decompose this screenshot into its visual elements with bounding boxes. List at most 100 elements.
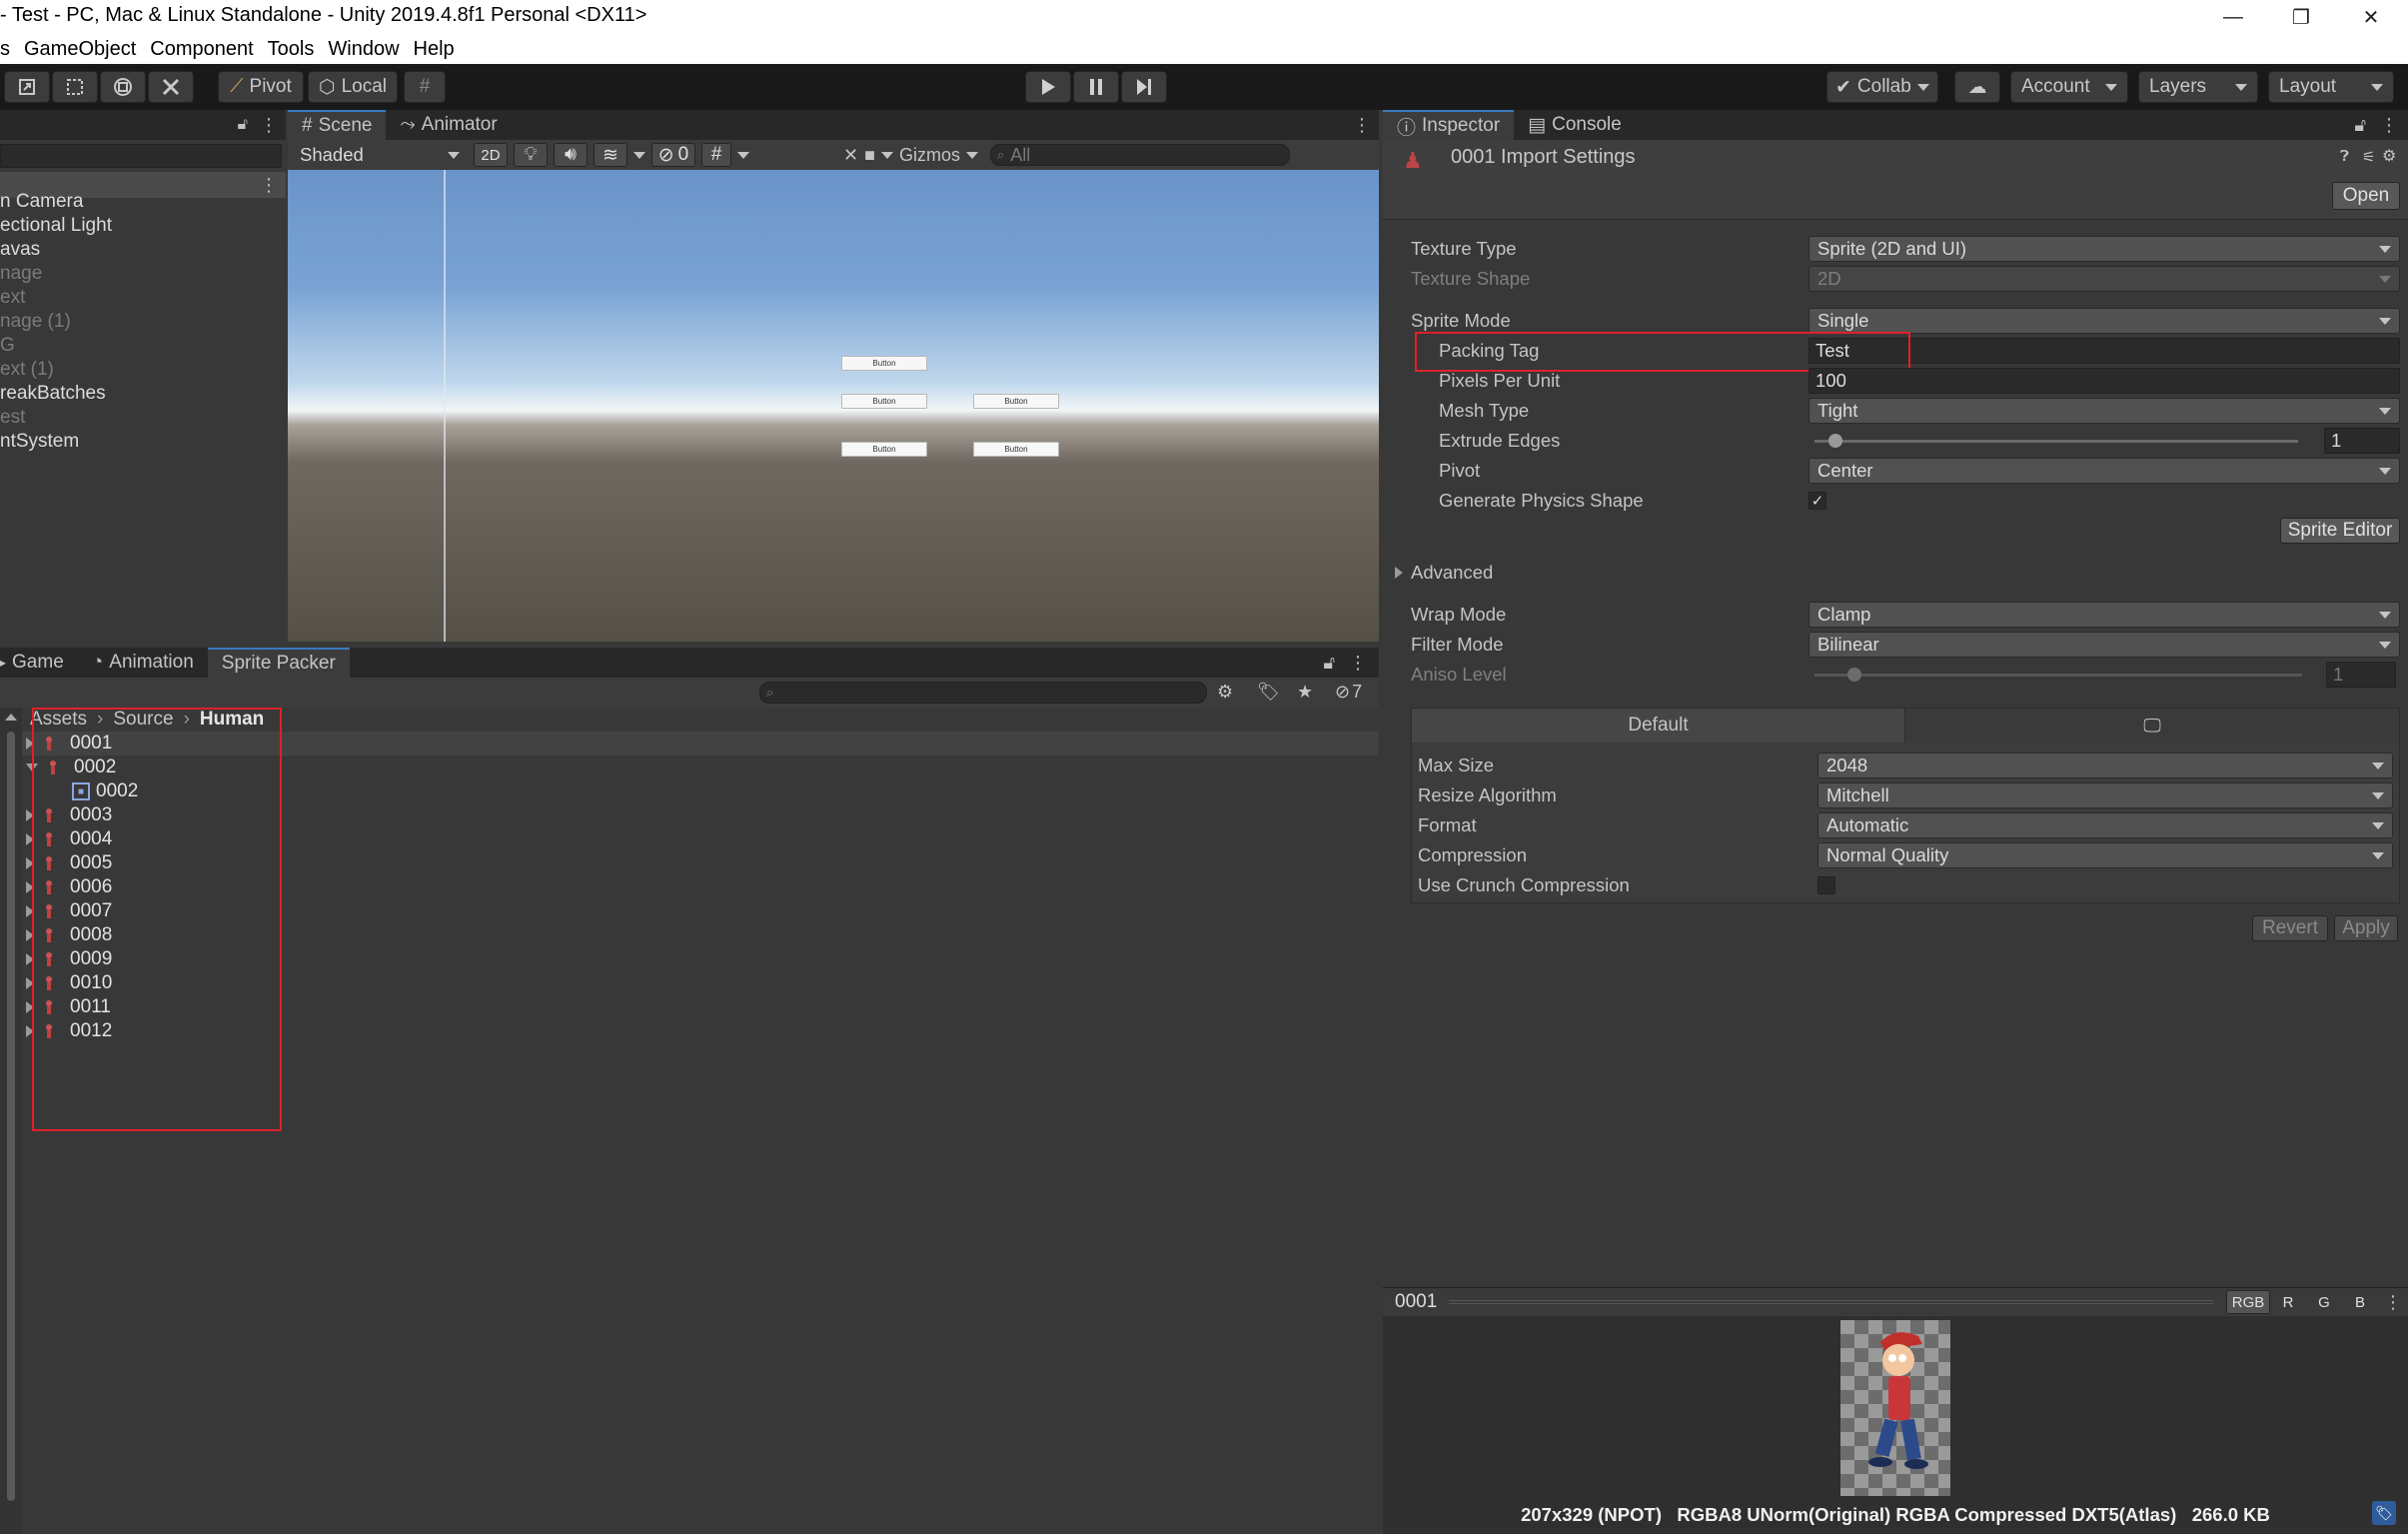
layers-dropdown[interactable]: Layers (2138, 71, 2258, 103)
more-menu-icon[interactable]: ⋮ (2378, 1292, 2408, 1313)
shading-dropdown[interactable]: Shaded (292, 143, 468, 167)
lock-icon[interactable]: 🔓︎ (238, 116, 248, 134)
menu-item-tools[interactable]: Tools (268, 38, 315, 61)
hierarchy-item[interactable]: ntSystem (0, 430, 286, 454)
scrollbar-thumb[interactable] (7, 732, 15, 1501)
dropdown-caret-icon[interactable] (737, 151, 749, 159)
platform-tab-default[interactable]: Default (1412, 709, 1905, 743)
hierarchy-item[interactable]: reakBatches (0, 382, 286, 406)
asset-label-icon[interactable]: 🏷︎ (2372, 1501, 2396, 1525)
extrude-edges-slider[interactable] (1808, 428, 2308, 454)
physics-shape-checkbox[interactable]: ✓ (1808, 492, 1826, 510)
platform-tab-standalone[interactable]: 🖵︎ (1905, 709, 2399, 743)
tools-icon[interactable]: ✕ (843, 145, 858, 166)
pause-button[interactable] (1073, 71, 1119, 103)
scene-search-input[interactable]: ⌕ All (989, 144, 1290, 166)
lighting-toggle[interactable]: 💡︎ (514, 143, 548, 167)
folder-tree-scrollbar[interactable] (0, 708, 22, 1534)
more-menu-icon[interactable]: ⋮ (2380, 115, 2398, 136)
more-menu-icon[interactable]: ⋮ (1353, 115, 1379, 136)
dropdown-caret-icon[interactable] (880, 151, 893, 159)
dropdown-caret-icon[interactable] (633, 151, 645, 159)
advanced-foldout[interactable]: Advanced (1395, 558, 1795, 588)
sprite-mode-dropdown[interactable]: Single (1808, 308, 2400, 334)
mesh-type-dropdown[interactable]: Tight (1808, 398, 2400, 424)
filter-type-icon[interactable]: ⚙ (1217, 682, 1233, 703)
grid-snap-button[interactable]: # (404, 71, 446, 103)
channel-g-button[interactable]: G (2306, 1290, 2342, 1314)
tab-inspector[interactable]: ⓘ Inspector (1383, 110, 1515, 140)
hierarchy-item[interactable]: G (0, 334, 286, 358)
effects-toggle[interactable]: ≋ (594, 143, 627, 167)
audio-toggle[interactable]: 🔊︎ (554, 143, 588, 167)
filter-mode-dropdown[interactable]: Bilinear (1808, 632, 2400, 658)
layout-dropdown[interactable]: Layout (2268, 71, 2394, 103)
menu-item-window[interactable]: Window (328, 38, 399, 61)
hidden-packages-toggle[interactable]: ⊘ 7 (1335, 682, 1362, 703)
hierarchy-item[interactable]: nage (1) (0, 310, 286, 334)
channel-rgb-button[interactable]: RGB (2226, 1290, 2270, 1314)
menu-item-help[interactable]: Help (414, 38, 455, 61)
step-button[interactable] (1121, 71, 1167, 103)
tab-scene[interactable]: # Scene (288, 110, 387, 140)
gear-icon[interactable]: ⚙ (2382, 146, 2396, 166)
minimize-button[interactable]: — (2198, 0, 2268, 34)
hierarchy-item[interactable]: ext (0, 286, 286, 310)
more-menu-icon[interactable]: ⋮ (1349, 653, 1367, 674)
max-size-dropdown[interactable]: 2048 (1817, 753, 2393, 778)
hierarchy-item[interactable]: nage (0, 262, 286, 286)
channel-r-button[interactable]: R (2270, 1290, 2306, 1314)
favorite-star-icon[interactable]: ★ (1297, 682, 1313, 703)
open-button[interactable]: Open (2332, 182, 2400, 210)
menu-item-component[interactable]: Component (150, 38, 253, 61)
collab-dropdown[interactable]: ✔ Collab (1826, 71, 1938, 103)
hierarchy-item[interactable]: ectional Light (0, 214, 286, 238)
pixels-per-unit-input[interactable]: 100 (1808, 368, 2400, 394)
pivot-dropdown[interactable]: Center (1808, 458, 2400, 484)
dropdown-caret-icon[interactable] (965, 151, 978, 159)
channel-b-button[interactable]: B (2342, 1290, 2378, 1314)
crunch-checkbox[interactable] (1817, 876, 1835, 894)
restore-button[interactable]: ❐ (2266, 0, 2336, 34)
hierarchy-item[interactable]: avas (0, 238, 286, 262)
preview-drag-bar[interactable] (1449, 1300, 2214, 1304)
camera-icon[interactable]: ■ (864, 145, 875, 166)
format-dropdown[interactable]: Automatic (1817, 812, 2393, 838)
local-toggle[interactable]: ⬡ Local (308, 71, 398, 103)
project-search-input[interactable]: ⌕ (759, 682, 1207, 704)
tab-sprite-packer[interactable]: Sprite Packer (207, 648, 350, 678)
menu-item-gameobject[interactable]: GameObject (24, 38, 136, 61)
hierarchy-item[interactable]: est (0, 406, 286, 430)
extrude-edges-input[interactable]: 1 (2324, 428, 2400, 454)
move-tool-button[interactable] (4, 71, 50, 103)
scroll-up-icon[interactable] (5, 714, 17, 721)
hierarchy-item[interactable]: ext (1) (0, 358, 286, 382)
slider-knob[interactable] (1828, 434, 1843, 448)
resize-algorithm-dropdown[interactable]: Mitchell (1817, 782, 2393, 808)
scene-viewport[interactable]: Button Button Button Button Button (288, 170, 1379, 642)
custom-tool-button[interactable] (148, 71, 194, 103)
cloud-button[interactable]: ☁ (1954, 71, 2000, 103)
2d-toggle[interactable]: 2D (474, 143, 508, 167)
help-icon[interactable]: ❓︎ (2340, 148, 2349, 165)
texture-type-dropdown[interactable]: Sprite (2D and UI) (1808, 236, 2400, 262)
preset-icon[interactable]: ⚟ (2362, 148, 2375, 166)
hierarchy-item[interactable]: n Camera (0, 190, 286, 214)
lock-icon[interactable]: 🔓︎ (1323, 653, 1335, 674)
filter-label-icon[interactable]: 🏷︎ (1257, 682, 1280, 703)
menu-item-edit[interactable]: s (0, 38, 10, 61)
pivot-toggle[interactable]: ⟋ Pivot (218, 71, 304, 103)
wrap-mode-dropdown[interactable]: Clamp (1808, 602, 2400, 628)
rect-tool-button[interactable] (52, 71, 98, 103)
compression-dropdown[interactable]: Normal Quality (1817, 842, 2393, 868)
tab-animator[interactable]: ⤳ Animator (386, 110, 511, 140)
play-button[interactable] (1025, 71, 1071, 103)
tab-animation[interactable]: ◔ Animation (78, 648, 208, 678)
apply-button[interactable]: Apply (2334, 915, 2398, 941)
account-dropdown[interactable]: Account (2010, 71, 2128, 103)
revert-button[interactable]: Revert (2252, 915, 2328, 941)
hierarchy-search-input[interactable] (0, 144, 282, 168)
more-menu-icon[interactable]: ⋮ (260, 115, 278, 136)
lock-icon[interactable]: 🔓︎ (2354, 115, 2366, 136)
close-button[interactable]: ✕ (2336, 0, 2406, 34)
